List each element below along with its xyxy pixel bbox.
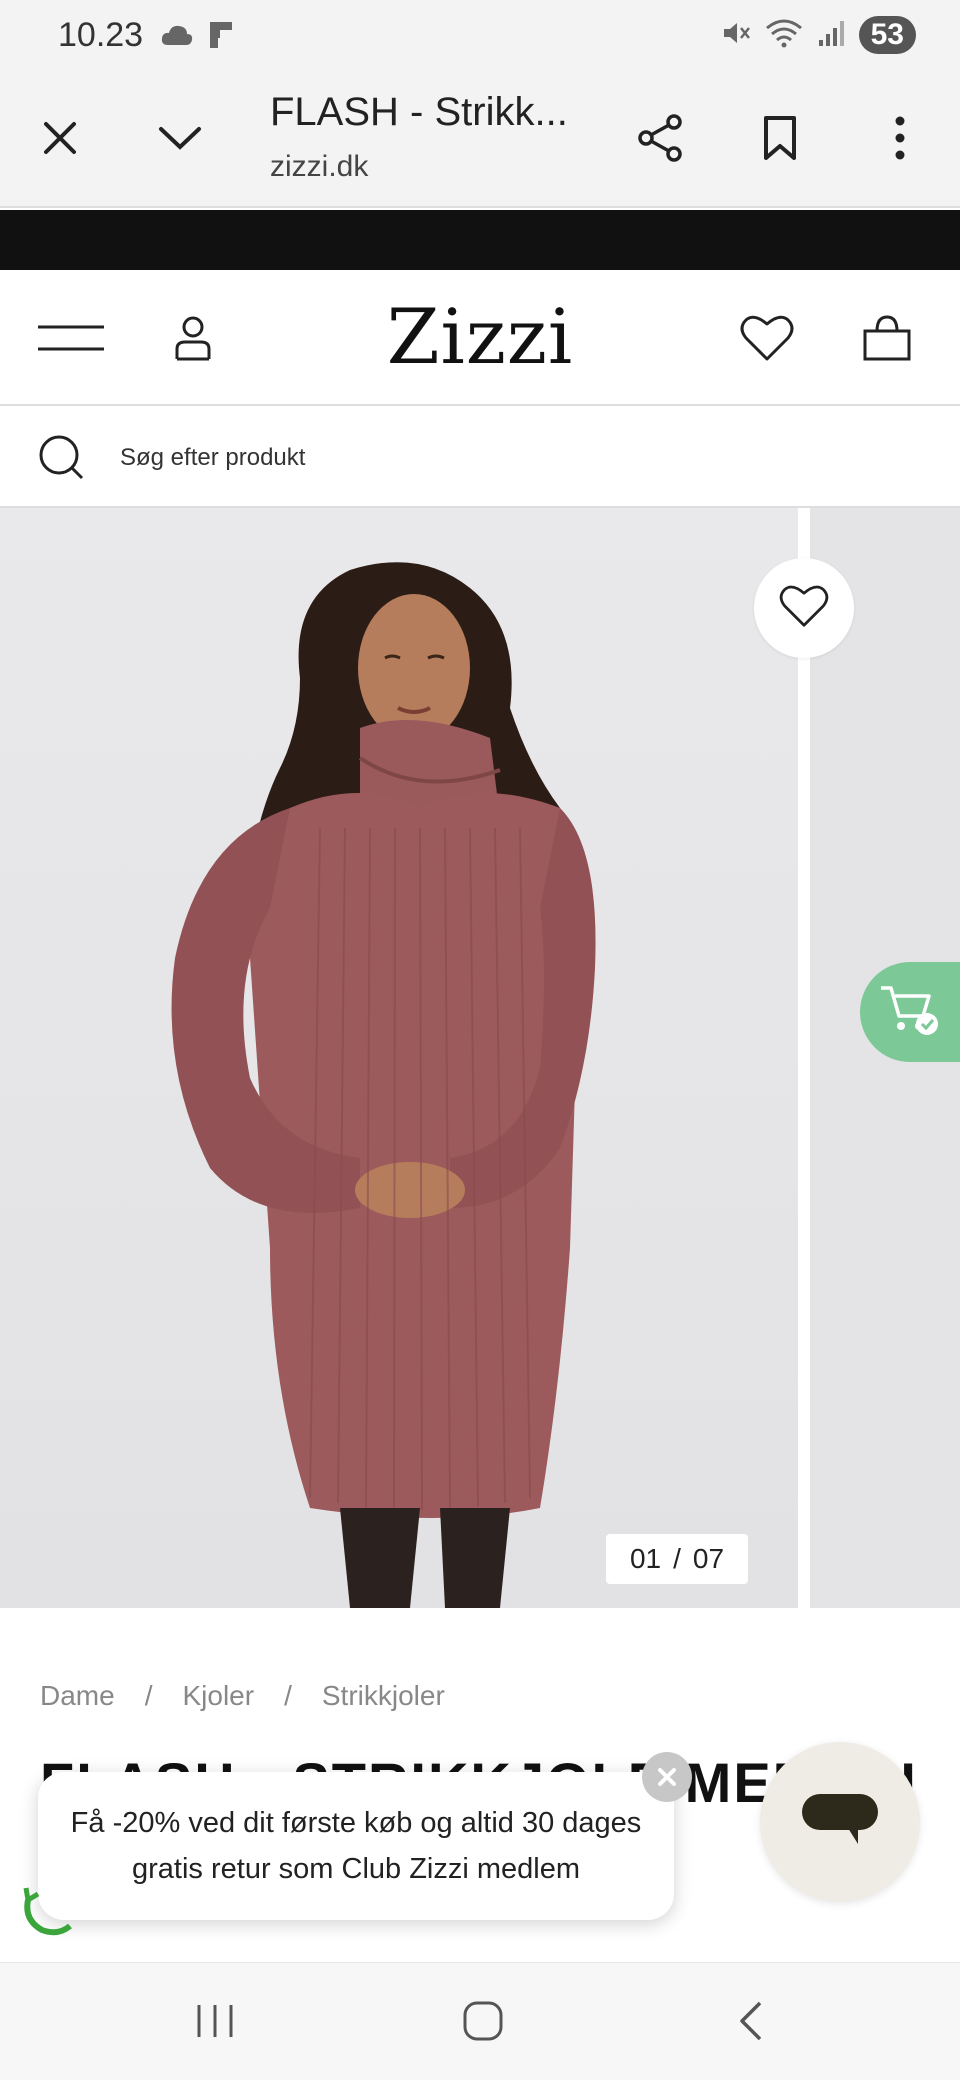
wifi-icon [765,18,803,53]
flipboard-icon [208,20,234,55]
page-url[interactable]: zizzi.dk [270,150,368,184]
search-input[interactable]: Søg efter produkt [120,444,305,472]
bookmark-icon [762,115,798,166]
breadcrumb-separator: / [144,1680,153,1711]
image-counter-current: 01 [629,1543,662,1574]
image-counter-separator: / [673,1543,681,1574]
home-button[interactable] [448,1993,518,2053]
more-options-button[interactable] [868,108,932,172]
cart-check-icon [879,982,941,1043]
promo-toast-message: Få -20% ved dit første køb og altid 30 d… [70,1807,642,1885]
cloud-icon [160,23,194,52]
battery-indicator: 53 [858,16,916,54]
bookmark-button[interactable] [748,108,812,172]
close-tab-button[interactable] [28,108,92,172]
promo-banner[interactable] [0,210,960,270]
chevron-down-icon [157,123,203,158]
share-button[interactable] [628,108,692,172]
basket-button[interactable] [852,308,922,372]
search-bar[interactable]: Søg efter produkt [0,406,960,508]
chat-bubble-icon [800,1788,880,1857]
status-time: 10.23 [58,16,144,54]
share-icon [636,113,684,168]
recent-apps-button[interactable] [180,1993,250,2053]
product-image[interactable] [0,508,798,1608]
heart-icon [740,314,794,367]
breadcrumb-item-strikkjoler[interactable]: Strikkjoler [322,1680,445,1712]
browser-toolbar: FLASH - Strikk... zizzi.dk [0,72,960,208]
system-navigation-bar [0,1962,960,2080]
breadcrumb: Dame / Kjoler / Strikkjoler [40,1680,445,1712]
status-bar: 10.23 53 [0,0,960,72]
loyalty-badge-icon [18,1880,78,1940]
page-title[interactable]: FLASH - Strikk... [270,90,600,135]
heart-icon [779,584,829,633]
mute-icon [721,18,751,53]
close-icon [656,1758,678,1797]
back-button[interactable] [716,1993,786,2053]
minimize-tab-button[interactable] [148,108,212,172]
search-icon [38,434,86,482]
site-logo[interactable]: Zizzi [0,292,960,381]
image-counter-total: 07 [692,1543,725,1574]
site-header: Zizzi [0,270,960,406]
back-chevron-icon [736,1999,766,2048]
promo-toast[interactable]: Få -20% ved dit første køb og altid 30 d… [38,1772,674,1920]
close-icon [40,118,80,163]
recent-apps-icon [193,2001,237,2046]
add-to-wishlist-button[interactable] [754,558,854,658]
signal-icon [817,18,845,53]
home-icon [461,1999,505,2048]
shopping-bag-icon [861,313,913,368]
more-vertical-icon [894,115,906,166]
chat-button[interactable] [760,1742,920,1902]
product-gallery[interactable]: 01 / 07 [0,508,960,1608]
breadcrumb-item-kjoler[interactable]: Kjoler [182,1680,254,1712]
wishlist-button[interactable] [732,308,802,372]
cart-status-button[interactable] [860,962,960,1062]
close-toast-button[interactable] [642,1752,692,1802]
breadcrumb-separator: / [284,1680,292,1711]
breadcrumb-item-dame[interactable]: Dame [40,1680,115,1712]
image-counter: 01 / 07 [606,1534,748,1584]
